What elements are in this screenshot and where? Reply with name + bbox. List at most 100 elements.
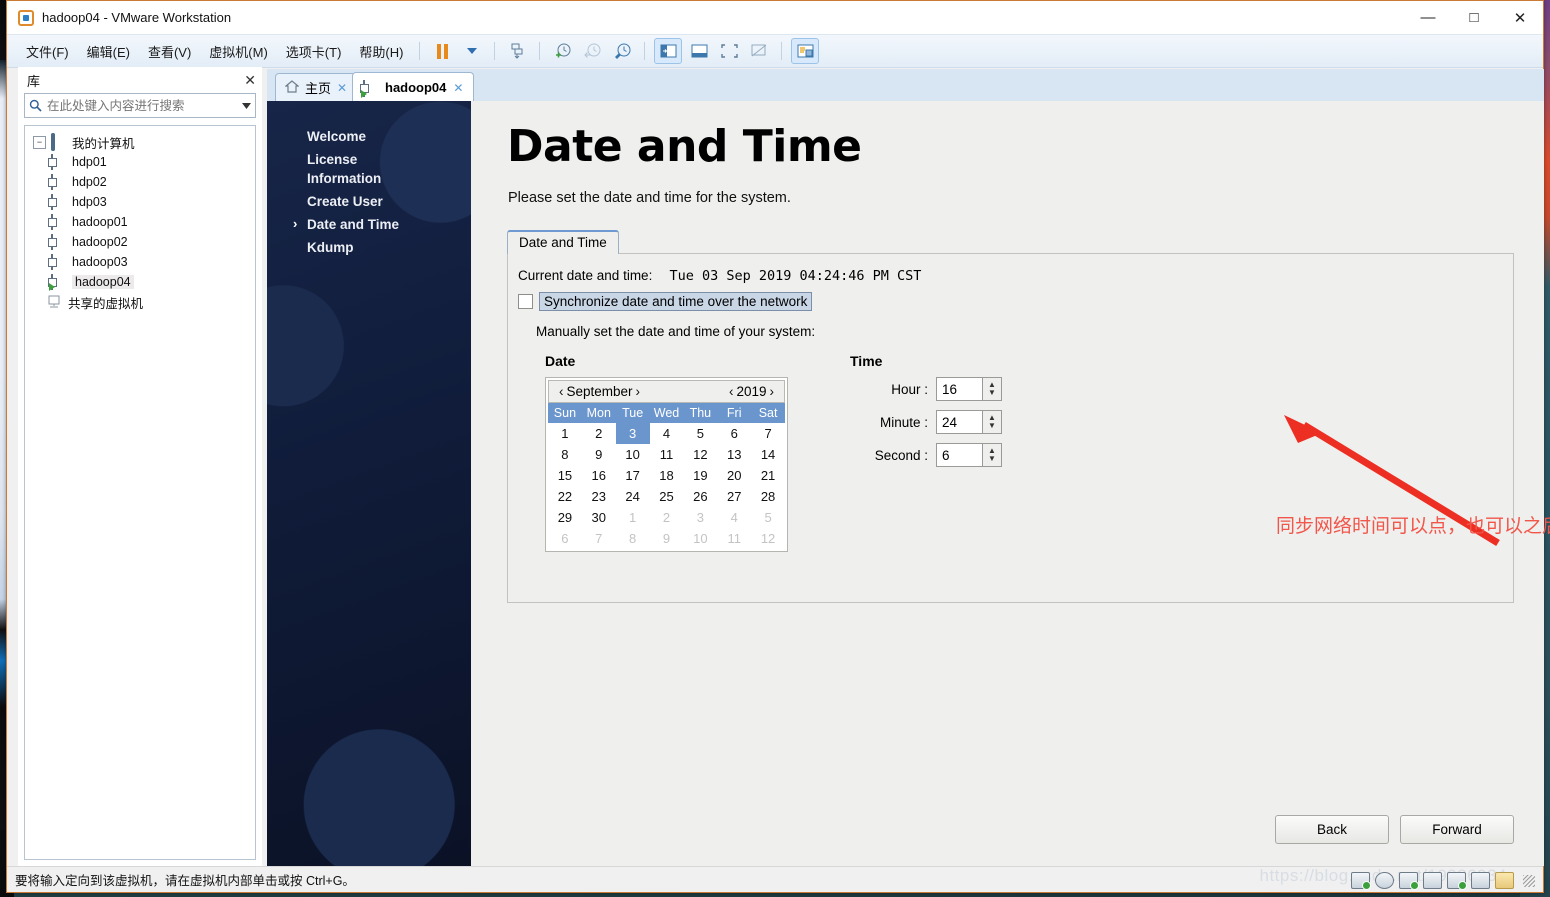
display-icon[interactable]: [1495, 872, 1514, 889]
sync-network-checkbox[interactable]: [518, 294, 533, 309]
menu-help[interactable]: 帮助(H): [350, 38, 412, 65]
tree-item-hadoop02[interactable]: hadoop02: [25, 232, 255, 252]
usb-controller-icon[interactable]: [1423, 872, 1442, 889]
tree-item-hdp01[interactable]: hdp01: [25, 152, 255, 172]
menu-view[interactable]: 查看(V): [139, 38, 200, 65]
tree-item-hdp03[interactable]: hdp03: [25, 192, 255, 212]
menu-file[interactable]: 文件(F): [17, 38, 78, 65]
calendar-day[interactable]: 4: [650, 423, 684, 444]
prev-month-icon[interactable]: ‹: [556, 384, 567, 399]
printer-icon[interactable]: [1471, 872, 1490, 889]
calendar-day[interactable]: 15: [548, 465, 582, 486]
second-stepper-arrows[interactable]: ▲ ▼: [982, 443, 1002, 467]
library-search[interactable]: [24, 93, 256, 118]
next-month-icon[interactable]: ›: [633, 384, 644, 399]
show-library-button[interactable]: [654, 38, 683, 64]
calendar-day[interactable]: 14: [751, 444, 785, 465]
sidebar-item-kdump[interactable]: Kdump: [305, 238, 471, 257]
guest-vm-screen[interactable]: Welcome LicenseInformation Create User D…: [267, 101, 1550, 866]
calendar-day[interactable]: 7: [751, 423, 785, 444]
calendar-day[interactable]: 13: [717, 444, 751, 465]
calendar-day[interactable]: 26: [683, 486, 717, 507]
snapshot-manager-button[interactable]: [609, 39, 635, 63]
calendar-day[interactable]: 24: [616, 486, 650, 507]
back-button[interactable]: Back: [1275, 815, 1389, 844]
minute-input[interactable]: [936, 410, 982, 434]
minute-stepper-arrows[interactable]: ▲ ▼: [982, 410, 1002, 434]
calendar-day[interactable]: 17: [616, 465, 650, 486]
dropdown-caret-button[interactable]: [459, 39, 485, 63]
calendar-day[interactable]: 22: [548, 486, 582, 507]
close-button[interactable]: ✕: [1497, 1, 1543, 34]
calendar-day[interactable]: 21: [751, 465, 785, 486]
calendar-day[interactable]: 1: [616, 507, 650, 528]
month-stepper[interactable]: ‹ September ›: [556, 384, 643, 399]
calendar-day[interactable]: 27: [717, 486, 751, 507]
hour-spinner[interactable]: ▲▼: [936, 377, 1002, 401]
calendar-day[interactable]: 10: [616, 444, 650, 465]
calendar-day[interactable]: 11: [650, 444, 684, 465]
menu-tabs[interactable]: 选项卡(T): [277, 38, 351, 65]
close-icon[interactable]: ✕: [453, 81, 463, 95]
sidebar-item-welcome[interactable]: Welcome: [305, 127, 471, 146]
tree-item-my-computer[interactable]: − 我的计算机: [25, 132, 255, 152]
search-input[interactable]: [45, 97, 237, 114]
calendar-day[interactable]: 30: [582, 507, 616, 528]
calendar-day[interactable]: 9: [650, 528, 684, 549]
tree-item-hadoop01[interactable]: hadoop01: [25, 212, 255, 232]
calendar-day[interactable]: 2: [650, 507, 684, 528]
cd-dvd-icon[interactable]: [1375, 872, 1394, 889]
show-thumbnail-bar-button[interactable]: [686, 39, 712, 63]
calendar-day[interactable]: 7: [582, 528, 616, 549]
console-view-button[interactable]: [791, 38, 820, 64]
snapshot-take-button[interactable]: [504, 39, 530, 63]
calendar-day[interactable]: 19: [683, 465, 717, 486]
minute-spinner[interactable]: ▲▼: [936, 410, 1002, 434]
next-year-icon[interactable]: ›: [767, 384, 778, 399]
calendar-day[interactable]: 12: [683, 444, 717, 465]
unity-mode-button[interactable]: [746, 39, 772, 63]
calendar-day[interactable]: 23: [582, 486, 616, 507]
tab-home[interactable]: 主页 ✕: [275, 73, 358, 101]
calendar-day[interactable]: 8: [548, 444, 582, 465]
sidebar-item-license-information[interactable]: License Information: [305, 150, 417, 188]
sync-network-label[interactable]: Synchronize date and time over the netwo…: [539, 292, 813, 311]
prev-year-icon[interactable]: ‹: [726, 384, 737, 399]
tab-hadoop04[interactable]: hadoop04 ✕: [352, 72, 475, 102]
calendar-day[interactable]: 6: [548, 528, 582, 549]
close-icon[interactable]: ✕: [337, 81, 347, 95]
calendar-day[interactable]: 25: [650, 486, 684, 507]
tree-item-hdp02[interactable]: hdp02: [25, 172, 255, 192]
minimize-button[interactable]: —: [1405, 1, 1451, 34]
calendar-day[interactable]: 18: [650, 465, 684, 486]
calendar-day[interactable]: 20: [717, 465, 751, 486]
calendar-day[interactable]: 1: [548, 423, 582, 444]
calendar-day-selected[interactable]: 3: [615, 423, 650, 444]
year-stepper[interactable]: ‹ 2019 ›: [726, 384, 777, 399]
calendar-day[interactable]: 3: [683, 507, 717, 528]
calendar-widget[interactable]: ‹ September › ‹ 2019 › Sun Mon Tue Wed T…: [545, 377, 788, 552]
snapshot-add-button[interactable]: [549, 39, 575, 63]
calendar-day[interactable]: 10: [683, 528, 717, 549]
tree-item-hadoop04[interactable]: hadoop04: [25, 272, 255, 292]
fullscreen-button[interactable]: [716, 39, 742, 63]
hour-stepper-arrows[interactable]: ▲ ▼: [982, 377, 1002, 401]
sound-card-icon[interactable]: [1447, 872, 1467, 890]
calendar-day[interactable]: 12: [751, 528, 785, 549]
hard-disk-icon[interactable]: [1351, 872, 1371, 890]
forward-button[interactable]: Forward: [1400, 815, 1514, 844]
library-tree[interactable]: − 我的计算机 hdp01 hdp02 hdp03 hadoop01 hadoo…: [24, 125, 256, 860]
resize-grip[interactable]: [1523, 874, 1535, 887]
maximize-button[interactable]: □: [1451, 1, 1497, 34]
calendar-day[interactable]: 2: [582, 423, 616, 444]
sidebar-item-date-and-time[interactable]: Date and Time: [293, 214, 471, 234]
tab-date-and-time[interactable]: Date and Time: [507, 230, 619, 254]
close-icon[interactable]: ✕: [244, 72, 256, 89]
calendar-day[interactable]: 6: [717, 423, 751, 444]
sync-network-row[interactable]: Synchronize date and time over the netwo…: [518, 292, 1513, 311]
calendar-day[interactable]: 11: [717, 528, 751, 549]
second-spinner[interactable]: ▲▼: [936, 443, 1002, 467]
second-input[interactable]: [936, 443, 982, 467]
hour-input[interactable]: [936, 377, 982, 401]
network-adapter-icon[interactable]: [1399, 872, 1419, 890]
